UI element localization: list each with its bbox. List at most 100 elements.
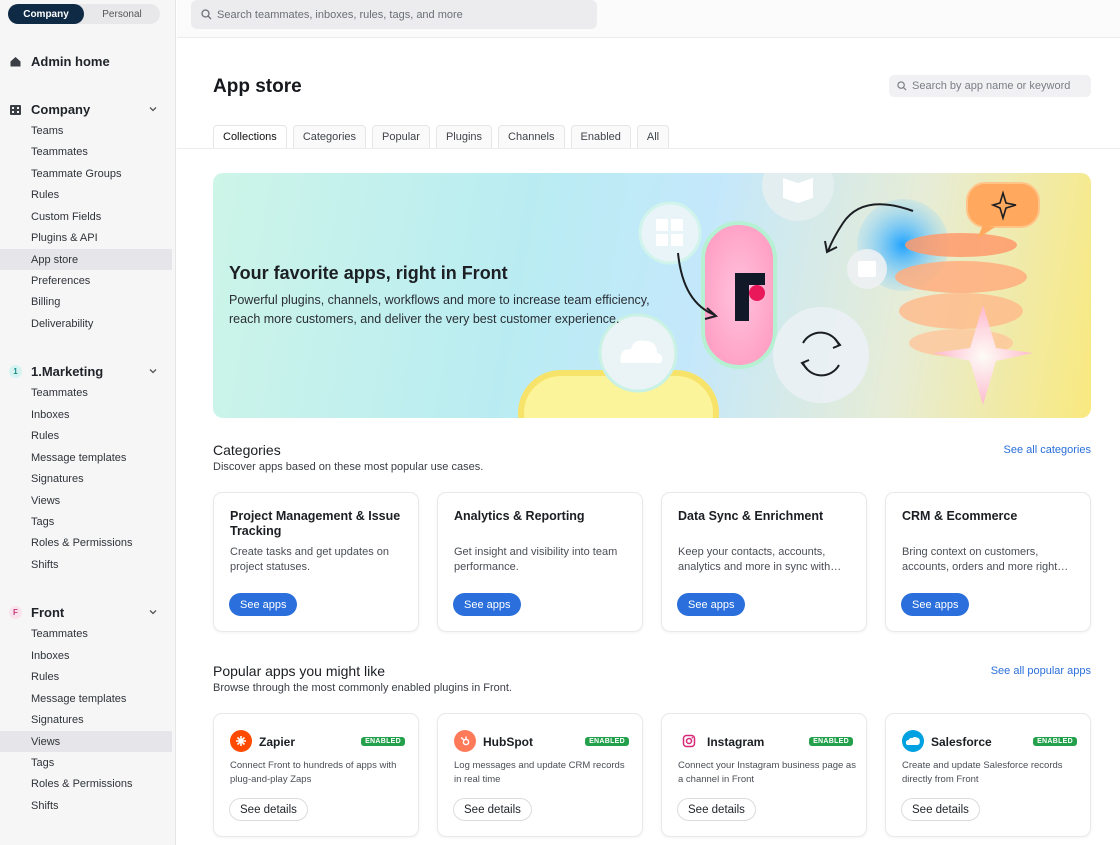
- company-section-label: Company: [31, 101, 91, 117]
- marketing-section-label: 1.Marketing: [31, 363, 104, 379]
- sidebar-item-teammates[interactable]: Teammates: [0, 141, 172, 162]
- popular-apps-title: Popular apps you might like: [213, 663, 385, 679]
- search-icon: [201, 9, 212, 20]
- category-card: Analytics & Reporting Get insight and vi…: [437, 492, 643, 632]
- tabs-divider: [177, 148, 1120, 149]
- sidebar-item-rules[interactable]: Rules: [0, 425, 172, 446]
- hubspot-logo-icon: [454, 730, 476, 752]
- sidebar-item-teammates[interactable]: Teammates: [0, 623, 172, 644]
- tab-popular[interactable]: Popular: [372, 125, 430, 148]
- sidebar-item-views[interactable]: Views: [0, 731, 172, 752]
- sidebar-item-preferences[interactable]: Preferences: [0, 270, 172, 291]
- see-details-button[interactable]: See details: [453, 798, 532, 821]
- sidebar-item-teams[interactable]: Teams: [0, 120, 172, 141]
- admin-home-link[interactable]: Admin home: [0, 50, 176, 72]
- app-description: Create and update Salesforce records dir…: [902, 760, 1063, 785]
- sidebar-item-tags[interactable]: Tags: [0, 752, 172, 773]
- enabled-badge: ENABLED: [1033, 737, 1077, 746]
- sidebar-item-roles-permissions[interactable]: Roles & Permissions: [0, 532, 172, 553]
- company-section-header[interactable]: Company: [0, 98, 176, 120]
- see-all-categories-link[interactable]: See all categories: [1004, 444, 1091, 456]
- app-description: Log messages and update CRM records in r…: [454, 760, 625, 785]
- chevron-down-icon[interactable]: [148, 366, 158, 376]
- app-card-instagram[interactable]: Instagram ENABLED Connect your Instagram…: [661, 713, 867, 837]
- search-icon: [897, 81, 907, 91]
- sidebar-item-custom-fields[interactable]: Custom Fields: [0, 206, 172, 227]
- tab-channels[interactable]: Channels: [498, 125, 565, 148]
- sidebar-item-inboxes[interactable]: Inboxes: [0, 404, 172, 425]
- sidebar-item-billing[interactable]: Billing: [0, 291, 172, 312]
- sidebar-item-deliverability[interactable]: Deliverability: [0, 313, 172, 334]
- front-section-label: Front: [31, 604, 65, 620]
- sidebar-item-signatures[interactable]: Signatures: [0, 468, 172, 489]
- team-badge: 1: [9, 364, 22, 378]
- app-card-zapier[interactable]: Zapier ENABLED Connect Front to hundreds…: [213, 713, 419, 837]
- tab-enabled[interactable]: Enabled: [570, 125, 631, 148]
- global-search-placeholder: Search teammates, inboxes, rules, tags, …: [217, 8, 463, 21]
- app-store-tabs: Collections Categories Popular Plugins C…: [213, 125, 670, 148]
- global-search-input[interactable]: Search teammates, inboxes, rules, tags, …: [191, 0, 597, 29]
- category-description: Get insight and visibility into team per…: [454, 546, 618, 573]
- app-description: Connect your Instagram business page as …: [678, 760, 856, 785]
- salesforce-logo-icon: [902, 730, 924, 752]
- see-all-popular-apps-link[interactable]: See all popular apps: [991, 665, 1091, 677]
- sidebar-item-plugins-api[interactable]: Plugins & API: [0, 227, 172, 248]
- app-name: Zapier: [259, 735, 296, 749]
- sidebar-item-teammates[interactable]: Teammates: [0, 382, 172, 403]
- sidebar-item-teammate-groups[interactable]: Teammate Groups: [0, 163, 172, 184]
- category-card: Project Management & Issue Tracking Crea…: [213, 492, 419, 632]
- see-details-button[interactable]: See details: [901, 798, 980, 821]
- tab-categories[interactable]: Categories: [292, 125, 367, 148]
- category-title: CRM & Ecommerce: [902, 509, 1018, 523]
- tab-collections[interactable]: Collections: [213, 125, 287, 148]
- category-title: Analytics & Reporting: [454, 509, 585, 523]
- hero-title: Your favorite apps, right in Front: [229, 263, 508, 283]
- category-description: Bring context on customers, accounts, or…: [902, 546, 1069, 573]
- main-content: App store Search by app name or keyword …: [177, 38, 1120, 845]
- sidebar-item-message-templates[interactable]: Message templates: [0, 447, 172, 468]
- sidebar-item-message-templates[interactable]: Message templates: [0, 688, 172, 709]
- marketing-section-header[interactable]: 1 1.Marketing: [0, 360, 176, 382]
- sidebar-item-inboxes[interactable]: Inboxes: [0, 645, 172, 666]
- sidebar-item-shifts[interactable]: Shifts: [0, 795, 172, 816]
- category-title: Data Sync & Enrichment: [678, 509, 824, 523]
- page-title: App store: [213, 76, 302, 97]
- see-apps-button[interactable]: See apps: [453, 593, 522, 616]
- tab-all[interactable]: All: [636, 125, 670, 148]
- instagram-logo-icon: [678, 730, 700, 752]
- sidebar-item-views[interactable]: Views: [0, 490, 172, 511]
- see-apps-button[interactable]: See apps: [677, 593, 746, 616]
- personal-toggle[interactable]: Personal: [84, 4, 160, 24]
- top-bar: Search teammates, inboxes, rules, tags, …: [177, 0, 1120, 38]
- company-toggle[interactable]: Company: [8, 4, 84, 24]
- sidebar-item-rules[interactable]: Rules: [0, 184, 172, 205]
- chevron-down-icon[interactable]: [148, 104, 158, 114]
- tab-plugins[interactable]: Plugins: [435, 125, 493, 148]
- sidebar-item-signatures[interactable]: Signatures: [0, 709, 172, 730]
- see-details-button[interactable]: See details: [229, 798, 308, 821]
- app-search-placeholder: Search by app name or keyword: [912, 80, 1071, 92]
- app-name: HubSpot: [483, 735, 533, 749]
- app-card-salesforce[interactable]: Salesforce ENABLED Create and update Sal…: [885, 713, 1091, 837]
- category-description: Create tasks and get updates on project …: [230, 546, 389, 573]
- team-badge-icon: F: [9, 605, 22, 619]
- sidebar-item-shifts[interactable]: Shifts: [0, 554, 172, 575]
- sidebar-item-roles-permissions[interactable]: Roles & Permissions: [0, 773, 172, 794]
- sidebar-item-app-store[interactable]: App store: [0, 249, 172, 270]
- enabled-badge: ENABLED: [361, 737, 405, 746]
- team-badge: F: [9, 605, 22, 619]
- chevron-down-icon[interactable]: [148, 607, 158, 617]
- app-name: Instagram: [707, 735, 765, 749]
- building-icon: [9, 103, 22, 116]
- see-details-button[interactable]: See details: [677, 798, 756, 821]
- app-card-hubspot[interactable]: HubSpot ENABLED Log messages and update …: [437, 713, 643, 837]
- see-apps-button[interactable]: See apps: [901, 593, 970, 616]
- see-apps-button[interactable]: See apps: [229, 593, 298, 616]
- sidebar-item-tags[interactable]: Tags: [0, 511, 172, 532]
- team-badge-icon: 1: [9, 364, 22, 378]
- home-icon: [9, 55, 22, 68]
- app-search-input[interactable]: Search by app name or keyword: [889, 75, 1091, 97]
- app-name: Salesforce: [931, 735, 992, 749]
- sidebar-item-rules[interactable]: Rules: [0, 666, 172, 687]
- front-section-header[interactable]: F Front: [0, 601, 176, 623]
